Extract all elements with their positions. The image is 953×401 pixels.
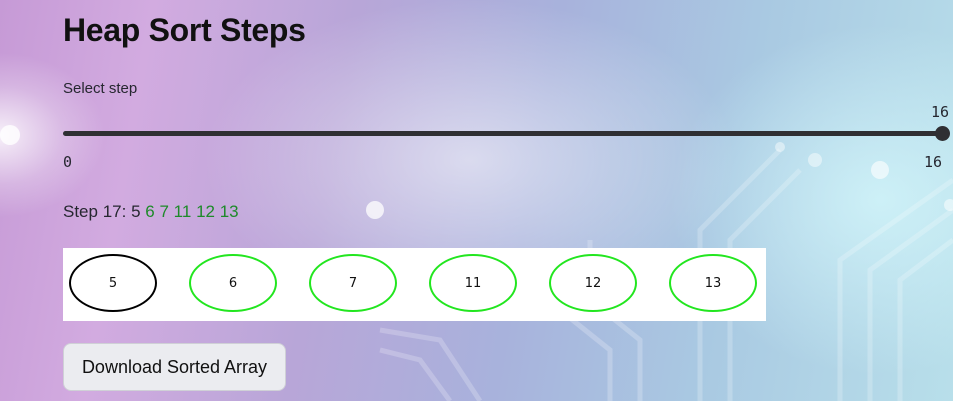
step-slider-max-label: 16 [923,153,942,171]
heap-node-sorted: 11 [429,254,517,312]
step-sorted-value: 11 [173,202,192,221]
main-content: Heap Sort Steps Select step 16 0 16 Step… [0,0,953,401]
heap-node-sorted: 13 [669,254,757,312]
step-slider-value: 16 [930,103,949,121]
step-sorted-value: 12 [196,202,215,221]
step-description: Step 17: 5 6 7 11 12 13 [63,202,239,222]
step-slider-thumb[interactable] [935,126,950,141]
step-slider-min-label: 0 [63,153,73,171]
step-current-value: 5 [131,202,141,221]
step-sorted-value: 13 [219,202,239,221]
heap-node-sorted: 7 [309,254,397,312]
heap-node-sorted: 6 [189,254,277,312]
page-title: Heap Sort Steps [63,12,306,48]
step-prefix: Step 17: [63,202,127,221]
step-sorted-value: 7 [159,202,169,221]
step-slider-label: Select step [63,80,138,97]
step-slider-track[interactable] [63,131,943,136]
heap-visualization: 5 6 7 11 12 13 [63,248,766,321]
heap-node-sorted: 12 [549,254,637,312]
download-sorted-array-button[interactable]: Download Sorted Array [63,343,286,391]
step-sorted-value: 6 [145,202,155,221]
heap-node-current: 5 [69,254,157,312]
